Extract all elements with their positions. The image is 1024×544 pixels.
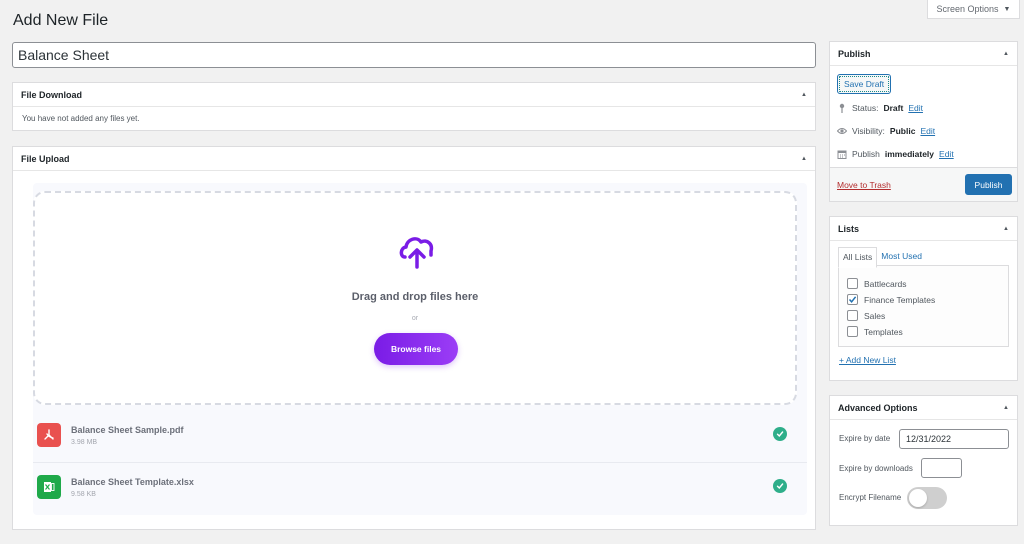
screen-options-button[interactable]: Screen Options ▼ bbox=[927, 0, 1020, 19]
caret-down-icon: ▼ bbox=[1003, 5, 1011, 13]
checkbox[interactable] bbox=[847, 326, 858, 337]
lists-title: Lists bbox=[838, 223, 860, 234]
encrypt-filename-label: Encrypt Filename bbox=[839, 493, 902, 502]
page-title: Add New File bbox=[13, 12, 109, 29]
list-item-finance-templates[interactable]: Finance Templates bbox=[847, 294, 935, 305]
lists-header[interactable]: Lists ▲ bbox=[830, 217, 1017, 241]
status-row: Status: Draft Edit bbox=[837, 103, 923, 113]
schedule-label: Publish bbox=[852, 149, 880, 159]
save-draft-button[interactable]: Save Draft bbox=[837, 74, 892, 94]
publish-header[interactable]: Publish ▲ bbox=[830, 42, 1017, 66]
lists-checklist: Battlecards Finance Templates Sales Temp… bbox=[838, 265, 1009, 347]
list-item-sales[interactable]: Sales bbox=[847, 310, 885, 321]
uploaded-file-list: Balance Sheet Sample.pdf 3.98 MB Balance… bbox=[33, 411, 807, 515]
collapse-arrow-icon[interactable]: ▲ bbox=[801, 92, 807, 98]
file-download-box: File Download ▲ You have not added any f… bbox=[12, 82, 816, 131]
schedule-row: Publish immediately Edit bbox=[837, 149, 954, 159]
file-size: 3.98 MB bbox=[71, 439, 98, 446]
publish-box: Publish ▲ Save Draft Status: Draft Edit … bbox=[829, 41, 1018, 202]
collapse-arrow-icon[interactable]: ▲ bbox=[1003, 405, 1009, 411]
move-to-trash-link[interactable]: Move to Trash bbox=[837, 180, 891, 190]
status-value: Draft bbox=[883, 103, 904, 113]
publish-title: Publish bbox=[838, 48, 871, 59]
visibility-label: Visibility: bbox=[852, 126, 885, 136]
file-item: Balance Sheet Sample.pdf 3.98 MB bbox=[33, 411, 807, 463]
upload-complete-check-icon bbox=[773, 427, 787, 441]
list-item-label: Templates bbox=[864, 326, 903, 337]
pin-icon bbox=[839, 103, 845, 113]
browse-files-button[interactable]: Browse files bbox=[374, 333, 458, 365]
publish-button[interactable]: Publish bbox=[965, 174, 1012, 195]
checkbox[interactable] bbox=[847, 310, 858, 321]
visibility-value: Public bbox=[889, 126, 916, 136]
visibility-row: Visibility: Public Edit bbox=[837, 126, 935, 136]
dropzone[interactable]: Drag and drop files here or Browse files bbox=[33, 191, 797, 405]
file-name: Balance Sheet Template.xlsx bbox=[71, 477, 194, 487]
file-size: 9.58 KB bbox=[71, 491, 96, 498]
eye-icon bbox=[837, 127, 847, 135]
advanced-options-title: Advanced Options bbox=[838, 402, 918, 413]
no-files-message: You have not added any files yet. bbox=[22, 114, 140, 123]
screen-options-label: Screen Options bbox=[936, 4, 999, 14]
list-item-label: Sales bbox=[864, 310, 886, 321]
status-label: Status: bbox=[852, 103, 879, 113]
file-upload-box: File Upload ▲ Drag and drop files here o… bbox=[12, 146, 816, 530]
file-download-title: File Download bbox=[21, 89, 83, 100]
checkmark-icon bbox=[848, 296, 857, 303]
toggle-knob bbox=[909, 489, 927, 507]
edit-visibility-link[interactable]: Edit bbox=[920, 126, 935, 136]
collapse-arrow-icon[interactable]: ▲ bbox=[801, 156, 807, 162]
drop-instructions: Drag and drop files here bbox=[351, 291, 479, 303]
list-item-battlecards[interactable]: Battlecards bbox=[847, 278, 907, 289]
expire-downloads-label: Expire by downloads bbox=[839, 464, 913, 473]
encrypt-filename-toggle[interactable] bbox=[907, 487, 947, 509]
expire-date-input[interactable] bbox=[899, 429, 1009, 449]
add-new-list-link[interactable]: + Add New List bbox=[839, 355, 896, 365]
calendar-icon bbox=[837, 150, 847, 159]
or-separator: or bbox=[411, 315, 419, 322]
checkbox-checked[interactable] bbox=[847, 294, 858, 305]
file-upload-title: File Upload bbox=[21, 153, 70, 164]
list-item-label: Finance Templates bbox=[864, 294, 936, 305]
expire-downloads-input[interactable] bbox=[921, 458, 962, 478]
checkbox[interactable] bbox=[847, 278, 858, 289]
file-name: Balance Sheet Sample.pdf bbox=[71, 425, 184, 435]
upload-area: Drag and drop files here or Browse files… bbox=[33, 183, 807, 515]
file-item: Balance Sheet Template.xlsx 9.58 KB bbox=[33, 463, 807, 515]
tab-all-lists[interactable]: All Lists bbox=[838, 247, 878, 268]
lists-box: Lists ▲ All Lists Most Used Battlecards … bbox=[829, 216, 1018, 381]
collapse-arrow-icon[interactable]: ▲ bbox=[1003, 226, 1009, 232]
edit-status-link[interactable]: Edit bbox=[908, 103, 923, 113]
file-title-input[interactable] bbox=[12, 42, 816, 68]
list-item-templates[interactable]: Templates bbox=[847, 326, 903, 337]
expire-date-label: Expire by date bbox=[839, 434, 891, 443]
cloud-upload-icon bbox=[399, 237, 434, 269]
file-download-header[interactable]: File Download ▲ bbox=[13, 83, 815, 107]
advanced-options-header[interactable]: Advanced Options ▲ bbox=[830, 396, 1017, 420]
list-item-label: Battlecards bbox=[864, 278, 907, 289]
publish-actions: Move to Trash Publish bbox=[830, 167, 1017, 201]
file-upload-header[interactable]: File Upload ▲ bbox=[13, 147, 815, 171]
edit-schedule-link[interactable]: Edit bbox=[939, 149, 954, 159]
collapse-arrow-icon[interactable]: ▲ bbox=[1003, 51, 1009, 57]
schedule-value: immediately bbox=[884, 149, 935, 159]
advanced-options-box: Advanced Options ▲ Expire by date Expire… bbox=[829, 395, 1018, 526]
upload-complete-check-icon bbox=[773, 479, 787, 493]
pdf-file-icon bbox=[37, 423, 61, 447]
excel-file-icon bbox=[37, 475, 61, 499]
